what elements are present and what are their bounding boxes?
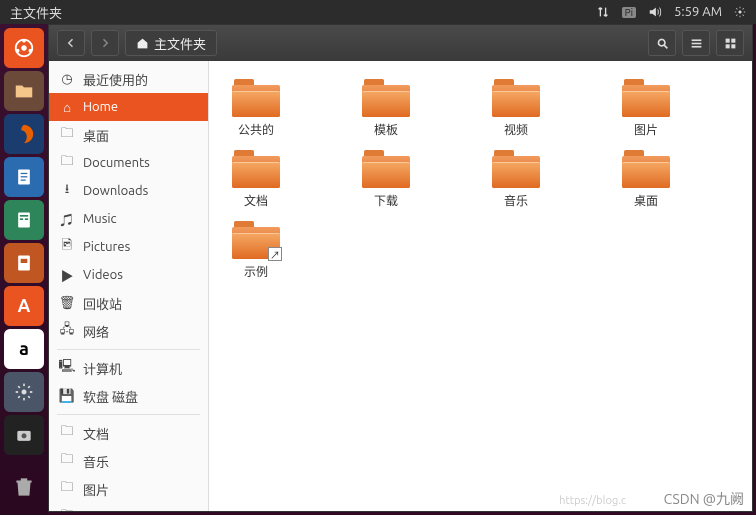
home-icon: ⌂ [59, 100, 75, 115]
file-label: 示例 [244, 263, 268, 280]
view-list-button[interactable] [682, 30, 710, 56]
sidebar-item-desktop[interactable]: 🗀桌面 [49, 121, 208, 149]
file-label: 文档 [244, 192, 268, 209]
network-icon: 🖧 [59, 320, 75, 342]
search-button[interactable] [648, 30, 676, 56]
sidebar-item-floppy[interactable]: 💾软盘 磁盘 [49, 382, 208, 410]
folder-icon [362, 77, 410, 117]
launcher-firefox[interactable] [4, 114, 44, 154]
folder-icon: 🗀 [59, 478, 75, 500]
file-label: 视频 [504, 121, 528, 138]
launcher-software[interactable]: A [4, 286, 44, 326]
sidebar-item-videos[interactable]: ▶Videos [49, 261, 208, 289]
folder-icon: 🗀 [59, 450, 75, 472]
folder-icon [232, 77, 280, 117]
toolbar: 主文件夹 [49, 25, 752, 61]
image-icon: 🖻 [59, 236, 75, 258]
folder-icon: 🗀 [59, 124, 75, 146]
file-label: 公共的 [238, 121, 274, 138]
sidebar-item-pictures[interactable]: 🖻Pictures [49, 233, 208, 261]
window-title: 主文件夹 [10, 3, 596, 22]
trash-icon: 🗑 [59, 296, 75, 311]
folder-icon: 🗀 [59, 152, 75, 174]
download-icon: ⭳ [59, 180, 75, 202]
launcher-files[interactable] [4, 71, 44, 111]
sidebar-item-videos2[interactable]: 🗀视频 [49, 503, 208, 511]
launcher-writer[interactable] [4, 157, 44, 197]
launcher-screenshot[interactable] [4, 415, 44, 455]
file-item[interactable]: ↗示例 [221, 219, 291, 280]
file-label: 图片 [634, 121, 658, 138]
file-item[interactable]: 下载 [351, 148, 421, 209]
launcher-impress[interactable] [4, 243, 44, 283]
file-item[interactable]: 文档 [221, 148, 291, 209]
launcher-trash[interactable] [4, 467, 44, 507]
sidebar-item-computer[interactable]: 🖳计算机 [49, 354, 208, 382]
computer-icon: 🖳 [59, 357, 75, 379]
sidebar-item-recent[interactable]: ◷最近使用的 [49, 65, 208, 93]
file-item[interactable]: 桌面 [611, 148, 681, 209]
separator [57, 414, 200, 415]
sidebar: ◷最近使用的 ⌂Home 🗀桌面 🗀Documents ⭳Downloads ♫… [49, 61, 209, 511]
back-button[interactable] [57, 30, 85, 56]
file-label: 下载 [374, 192, 398, 209]
home-icon [136, 37, 149, 50]
sidebar-item-home[interactable]: ⌂Home [49, 93, 208, 121]
file-label: 桌面 [634, 192, 658, 209]
folder-icon [492, 77, 540, 117]
file-manager-window: 主文件夹 ◷最近使用的 ⌂Home 🗀桌面 🗀Documents ⭳Downlo… [48, 24, 753, 512]
menu-bar: 主文件夹 Pi 5:59 AM [0, 0, 756, 24]
separator [57, 349, 200, 350]
unity-launcher: A a [0, 24, 48, 515]
forward-button[interactable] [91, 30, 119, 56]
folder-icon [622, 148, 670, 188]
clock[interactable]: 5:59 AM [674, 5, 722, 19]
file-item[interactable]: 图片 [611, 77, 681, 138]
file-item[interactable]: 音乐 [481, 148, 551, 209]
disk-icon: 💾 [59, 389, 75, 404]
file-label: 音乐 [504, 192, 528, 209]
sidebar-item-music2[interactable]: 🗀音乐 [49, 447, 208, 475]
sidebar-item-network[interactable]: 🖧网络 [49, 317, 208, 345]
sidebar-item-music[interactable]: ♫Music [49, 205, 208, 233]
folder-icon: 🗀 [59, 422, 75, 444]
sidebar-item-documents[interactable]: 🗀Documents [49, 149, 208, 177]
view-grid-button[interactable] [716, 30, 744, 56]
file-item[interactable]: 模板 [351, 77, 421, 138]
system-tray: Pi 5:59 AM [596, 5, 746, 19]
network-icon[interactable] [596, 5, 610, 19]
video-icon: ▶ [59, 266, 75, 285]
folder-icon [232, 148, 280, 188]
file-pane[interactable]: 公共的 模板 视频 图片文档 下载 音乐 桌面 ↗示例 [209, 61, 752, 511]
gear-icon[interactable] [734, 6, 746, 18]
launcher-calc[interactable] [4, 200, 44, 240]
folder-icon [622, 77, 670, 117]
music-icon: ♫ [59, 210, 75, 229]
watermark: CSDN @九阙 [664, 489, 744, 509]
file-item[interactable]: 公共的 [221, 77, 291, 138]
sidebar-item-trash[interactable]: 🗑回收站 [49, 289, 208, 317]
path-button[interactable]: 主文件夹 [125, 30, 217, 56]
launcher-dash[interactable] [4, 28, 44, 68]
file-item[interactable]: 视频 [481, 77, 551, 138]
launcher-amazon[interactable]: a [4, 329, 44, 369]
volume-icon[interactable] [648, 5, 662, 19]
sidebar-item-downloads[interactable]: ⭳Downloads [49, 177, 208, 205]
file-label: 模板 [374, 121, 398, 138]
folder-icon [492, 148, 540, 188]
shortcut-arrow-icon: ↗ [268, 247, 282, 261]
clock-icon: ◷ [59, 72, 75, 87]
path-label: 主文件夹 [154, 34, 206, 53]
folder-icon: 🗀 [59, 506, 75, 511]
watermark-url: https://blog.c [559, 495, 626, 507]
folder-icon [362, 148, 410, 188]
launcher-settings[interactable] [4, 372, 44, 412]
input-method-icon[interactable]: Pi [622, 7, 636, 18]
sidebar-item-pics2[interactable]: 🗀图片 [49, 475, 208, 503]
folder-icon: ↗ [232, 219, 280, 259]
sidebar-item-docs2[interactable]: 🗀文档 [49, 419, 208, 447]
